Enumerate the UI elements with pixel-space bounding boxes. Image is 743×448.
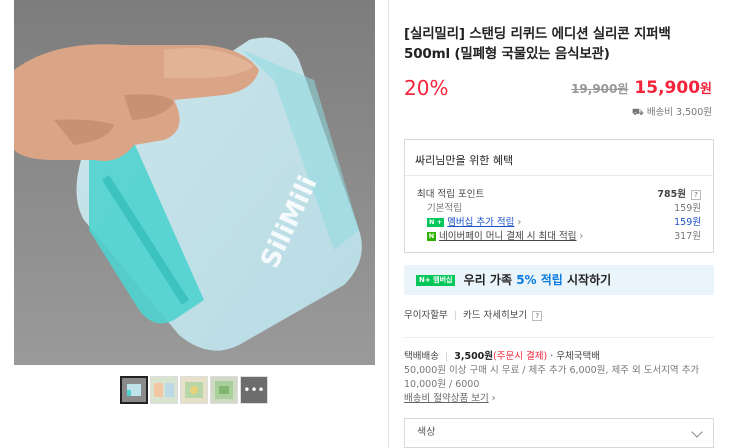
basic-points-label: 기본적립 [427,203,462,214]
sale-price: 15,900 [634,78,701,98]
membership-banner-text: 우리 가족 [463,273,517,287]
max-points-row: 최대 적립 포인트 785원 ? [417,186,701,200]
chevron-down-icon [691,426,703,438]
thumbnail-2[interactable] [150,376,178,404]
color-option-label: 색상 [417,427,436,438]
delivery-row: 택배배송 | 3,500원(주문시 결제) · 우체국택배 [404,350,714,364]
chevron-right-icon: › [517,217,522,228]
membership-points-row: N + 멤버십 추가 적립 › 159원 [417,214,701,228]
separator: | [445,351,449,362]
product-photo: SiliMili [14,0,375,365]
basic-points-value: 159원 [674,203,701,214]
delivery-info: 택배배송 | 3,500원(주문시 결제) · 우체국택배 50,000원 이상… [404,350,714,406]
payment-info: 무이자할부 | 카드 자세히보기 ? [404,307,714,321]
thumbnail-more-button[interactable]: ••• [240,376,268,404]
membership-badge: N + [427,218,445,227]
price-row: 20% 19,900원 15,900원 [404,74,714,104]
max-points-label: 최대 적립 포인트 [417,189,485,200]
thumbnail-image [122,378,146,402]
max-points-help-button[interactable]: ? [691,189,701,200]
product-info-panel: [실리밀리] 스탠딩 리퀴드 에디션 실리콘 지퍼백 500ml (밀폐형 국물… [404,0,714,448]
shipping-summary: ⛟ 배송비 3,500원 [404,104,714,119]
chevron-right-icon: › [491,393,496,404]
delivery-savings-row: 배송비 절약상품 보기 › [404,392,714,406]
benefit-heading: 싸리님만을 위한 혜택 [405,140,713,176]
thumbnail-image [151,377,177,403]
delivery-type: 택배배송 [404,351,439,362]
thumbnail-image [181,377,207,403]
vertical-divider [388,0,389,448]
product-title: [실리밀리] 스탠딩 리퀴드 에디션 실리콘 지퍼백 500ml (밀폐형 국물… [404,26,671,62]
installment-label: 무이자할부 [404,310,448,321]
delivery-conditions: 50,000원 이상 구매 시 무료 / 제주 추가 6,000원, 제주 외 … [404,365,700,390]
max-points-value: 785원 [657,189,686,200]
horizontal-divider [404,337,714,338]
membership-points-link[interactable]: 멤버십 추가 적립 [447,217,514,228]
chevron-right-icon: › [579,231,584,242]
card-info-help-button[interactable]: ? [532,310,543,321]
color-option-select[interactable]: 색상 [404,418,714,448]
thumbnail-image [211,377,237,403]
separator: | [453,310,457,321]
thumbnail-1[interactable] [120,376,148,404]
delivery-fee-note: (주문시 결제) [493,351,548,362]
membership-points-value: 159원 [674,217,701,228]
npay-badge: N [427,232,436,241]
card-info-link[interactable]: 카드 자세히보기 [463,310,527,321]
delivery-carrier: · 우체국택배 [550,351,600,362]
sale-price-unit: 원 [700,82,712,97]
membership-banner-highlight: 5% 적립 [516,273,563,287]
thumbnail-3[interactable] [180,376,208,404]
truck-icon: ⛟ [631,107,644,118]
benefit-body: 최대 적립 포인트 785원 ? 기본적립 159원 N + 멤버십 추가 적립… [405,176,713,252]
benefit-box: 싸리님만을 위한 혜택 최대 적립 포인트 785원 ? 기본적립 159원 N… [404,139,714,253]
delivery-fee: 3,500원 [454,351,494,362]
product-main-image[interactable]: SiliMili [14,0,375,365]
npay-points-value: 317원 [674,231,701,242]
delivery-savings-link[interactable]: 배송비 절약상품 보기 [404,393,489,404]
discount-rate: 20% [404,76,449,100]
membership-banner[interactable]: N+ 멤버십 우리 가족 5% 적립 시작하기 [404,265,714,295]
product-gallery: SiliMili ••• [0,0,390,448]
thumbnail-4[interactable] [210,376,238,404]
price-wrap: 19,900원 15,900원 [571,78,712,98]
original-price: 19,900원 [571,82,629,96]
membership-banner-badge: N+ 멤버십 [416,275,456,286]
max-points-value-group: 785원 ? [657,186,701,200]
shipping-fee: 배송비 3,500원 [646,107,712,118]
membership-banner-text-after: 시작하기 [562,273,612,287]
more-icon: ••• [243,383,265,397]
sale-price-group: 15,900원 [634,78,712,98]
basic-points-row: 기본적립 159원 [417,200,701,214]
npay-points-row: N 네이버페이 머니 결제 시 최대 적립 › 317원 [417,228,701,242]
thumbnail-strip: ••• [120,376,268,404]
npay-points-link[interactable]: 네이버페이 머니 결제 시 최대 적립 [439,231,576,242]
